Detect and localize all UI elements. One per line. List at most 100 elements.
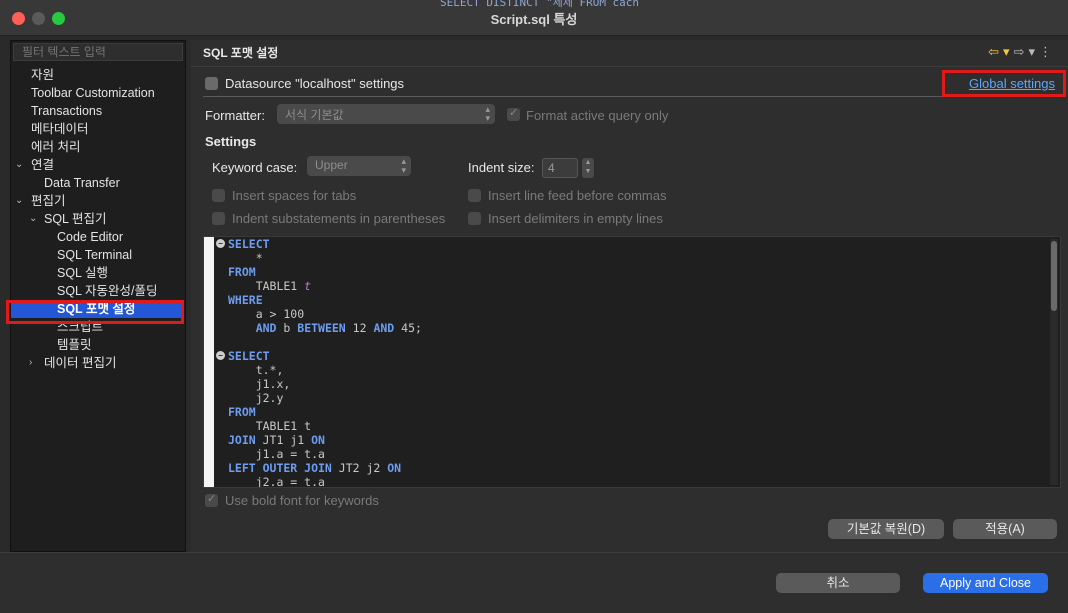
sql-preview-editor[interactable]: − − SELECT * FROM TABLE1 t WHERE a > 100 A… xyxy=(203,236,1061,488)
keyword-case-label: Keyword case: xyxy=(212,160,298,175)
code-line: WHERE xyxy=(228,293,422,307)
tree-item[interactable]: Code Editor xyxy=(57,228,123,246)
code-token: JOIN xyxy=(228,433,256,447)
code-token: t xyxy=(304,279,312,293)
code-line: * xyxy=(228,251,422,265)
tree-item[interactable]: SQL 편집기 xyxy=(44,210,107,228)
code-token: j2.a = t.a xyxy=(228,475,325,488)
insert-delimiters-label: Insert delimiters in empty lines xyxy=(488,211,663,226)
fold-collapse-icon[interactable]: − xyxy=(216,351,225,360)
code-token: FROM xyxy=(228,265,256,279)
nav-toolbar: ⇦▾⇨▾⋮ xyxy=(988,44,1056,60)
code-line: j2.a = t.a xyxy=(228,475,422,488)
tree-item[interactable]: SQL 실행 xyxy=(57,264,108,282)
keyword-case-value: Upper xyxy=(315,158,348,172)
more-menu-icon[interactable]: ⋮ xyxy=(1039,44,1056,59)
code-token: ON xyxy=(311,433,325,447)
cancel-button[interactable]: 취소 xyxy=(776,573,900,593)
code-token: 45; xyxy=(394,321,422,335)
indent-substatements-checkbox[interactable] xyxy=(212,212,225,225)
format-active-label: Format active query only xyxy=(526,108,669,123)
tree-item[interactable]: Toolbar Customization xyxy=(31,84,155,102)
tree-item[interactable]: Transactions xyxy=(31,102,102,120)
code-token: TABLE1 t xyxy=(228,419,312,433)
insert-spaces-label: Insert spaces for tabs xyxy=(232,188,357,203)
indent-size-stepper[interactable]: ▲ ▼ xyxy=(582,158,594,178)
title-bar: SELECT DISTINCT "세제 FROM cach Script.sql… xyxy=(0,0,1068,36)
dialog-footer: 취소 Apply and Close xyxy=(0,552,1068,613)
chevron-right-icon[interactable]: › xyxy=(29,354,32,372)
chevron-down-icon[interactable]: ⌄ xyxy=(15,192,23,210)
highlight-box-global-settings xyxy=(942,70,1066,97)
code-token: WHERE xyxy=(228,293,263,307)
code-line: SELECT xyxy=(228,349,422,363)
code-token: j1.x, xyxy=(228,377,291,391)
code-line: j1.x, xyxy=(228,377,422,391)
code-line: TABLE1 t xyxy=(228,279,422,293)
insert-spaces-checkbox[interactable] xyxy=(212,189,225,202)
format-active-checkbox[interactable] xyxy=(507,106,520,121)
apply-and-close-button[interactable]: Apply and Close xyxy=(923,573,1048,593)
code-token: j2.y xyxy=(228,391,284,405)
code-token: j1.a = t.a xyxy=(228,447,325,461)
code-line: a > 100 xyxy=(228,307,422,321)
datasource-settings-checkbox[interactable] xyxy=(205,77,218,90)
forward-arrow-icon[interactable]: ⇨▾ xyxy=(1014,44,1039,59)
tree-item[interactable]: SQL 자동완성/폴딩 xyxy=(57,282,158,300)
code-token: SELECT xyxy=(228,349,270,363)
code-line: TABLE1 t xyxy=(228,419,422,433)
tree-item[interactable]: 편집기 xyxy=(31,192,66,210)
header-divider xyxy=(191,66,1068,67)
code-token: * xyxy=(228,251,263,265)
code-token: AND xyxy=(373,321,395,335)
code-token: 12 xyxy=(345,321,374,335)
apply-button[interactable]: 적용(A) xyxy=(953,519,1057,539)
code-token: SELECT xyxy=(228,237,270,251)
filter-input[interactable] xyxy=(13,43,183,61)
indent-size-input[interactable]: 4 xyxy=(542,158,578,178)
formatter-label: Formatter: xyxy=(205,108,265,123)
indent-substatements-label: Indent substatements in parentheses xyxy=(232,211,446,226)
tree-item[interactable]: 데이터 편집기 xyxy=(44,354,116,372)
preferences-tree-panel: 자원Toolbar CustomizationTransactions메타데이터… xyxy=(10,40,186,552)
code-token: b xyxy=(276,321,298,335)
insert-line-feed-label: Insert line feed before commas xyxy=(488,188,667,203)
tree-item[interactable]: 자원 xyxy=(31,66,54,84)
sql-preview-code: SELECT * FROM TABLE1 t WHERE a > 100 AND b… xyxy=(228,237,422,488)
formatter-value: 서식 기본값 xyxy=(285,108,344,122)
code-token: BETWEEN xyxy=(297,321,346,335)
settings-panel: SQL 포맷 설정 ⇦▾⇨▾⋮ Datasource "localhost" s… xyxy=(191,40,1068,552)
code-line: LEFT OUTER JOIN JT2 j2 ON xyxy=(228,461,422,475)
editor-gutter xyxy=(204,237,214,487)
tree-item[interactable]: 템플릿 xyxy=(57,336,92,354)
code-token: ON xyxy=(387,461,402,475)
chevron-down-icon[interactable]: ⌄ xyxy=(15,156,23,174)
datasource-settings-label: Datasource "localhost" settings xyxy=(225,76,405,91)
chevron-down-icon[interactable]: ⌄ xyxy=(29,210,37,228)
tree-item[interactable]: 연결 xyxy=(31,156,54,174)
insert-line-feed-checkbox[interactable] xyxy=(468,189,481,202)
tree-item[interactable]: 메타데이터 xyxy=(31,120,89,138)
bold-keywords-checkbox[interactable] xyxy=(205,492,218,507)
bold-keywords-label: Use bold font for keywords xyxy=(225,493,379,508)
formatter-select[interactable]: 서식 기본값 ▴ ▾ xyxy=(277,104,495,124)
highlight-box-sql-format xyxy=(6,300,184,324)
tree-item[interactable]: SQL Terminal xyxy=(57,246,132,264)
code-line: JOIN JT1 j1 ON xyxy=(228,433,422,447)
code-line: AND b BETWEEN 12 AND 45; xyxy=(228,321,422,335)
combo-arrows-icon: ▴ ▾ xyxy=(401,156,406,175)
keyword-case-select[interactable]: Upper ▴ ▾ xyxy=(307,156,411,176)
insert-delimiters-checkbox[interactable] xyxy=(468,212,481,225)
back-arrow-icon[interactable]: ⇦▾ xyxy=(988,44,1013,59)
preview-scrollbar-thumb[interactable] xyxy=(1051,241,1057,311)
code-token: a > 100 xyxy=(228,307,305,321)
tree-item[interactable]: Data Transfer xyxy=(44,174,120,192)
tree-item[interactable]: 에러 처리 xyxy=(31,138,80,156)
restore-defaults-button[interactable]: 기본값 복원(D) xyxy=(828,519,944,539)
code-token: TABLE1 xyxy=(228,279,305,293)
combo-arrows-icon: ▴ ▾ xyxy=(485,104,490,123)
settings-section-title: Settings xyxy=(205,134,257,149)
fold-collapse-icon[interactable]: − xyxy=(216,239,225,248)
code-line: j1.a = t.a xyxy=(228,447,422,461)
